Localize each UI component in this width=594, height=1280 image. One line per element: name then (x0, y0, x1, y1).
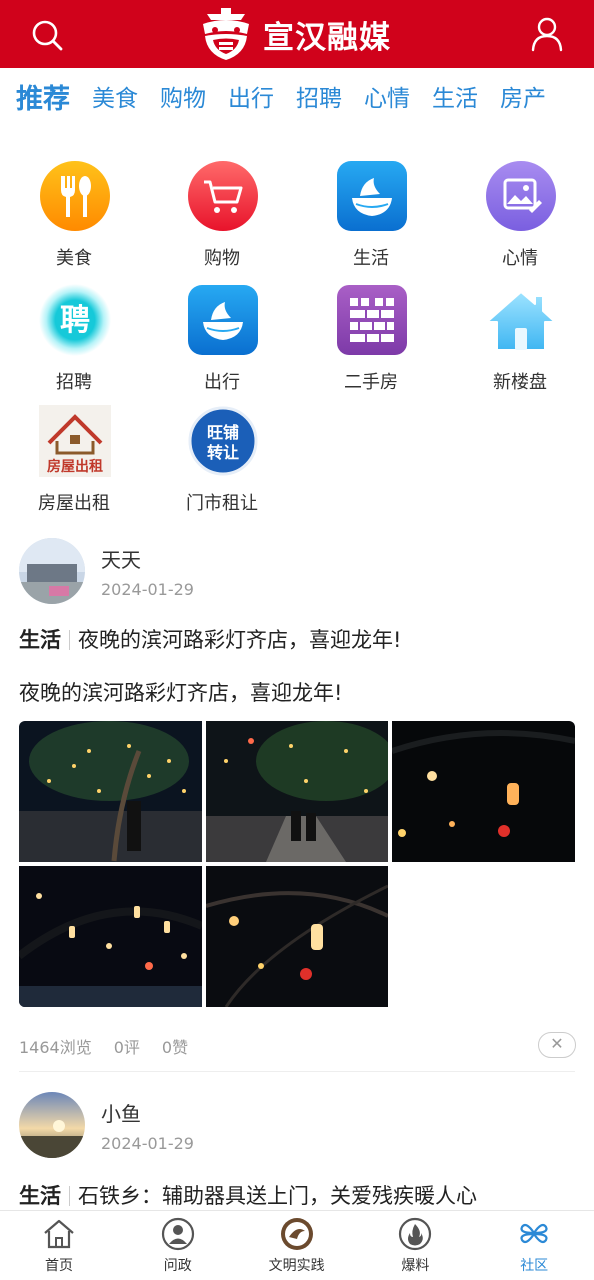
tab-food[interactable]: 美食 (92, 79, 138, 113)
grid-label: 生活 (353, 248, 389, 269)
close-icon[interactable]: ✕ (538, 1032, 576, 1058)
brick-wall-icon (337, 285, 407, 355)
view-count: 1464浏览 (19, 1038, 92, 1057)
grid-item-shop-transfer[interactable]: 旺铺 转让 门市租让 (148, 405, 296, 525)
bowl-icon (188, 285, 258, 355)
grid-item-new-building[interactable]: 新楼盘 (446, 284, 594, 404)
grid-label: 心情 (502, 248, 538, 269)
app-header: 宣汉融媒 (0, 0, 594, 68)
grid-label: 美食 (56, 248, 92, 269)
grid-item-recruit[interactable]: 聘 招聘 (0, 284, 148, 404)
house-icon (486, 291, 556, 351)
divider (69, 1186, 70, 1206)
tab-mood[interactable]: 心情 (364, 79, 410, 113)
post-stats: 1464浏览 0评 0赞 (19, 1034, 210, 1058)
nav-label: 文明实践 (268, 1258, 325, 1274)
grid-label: 二手房 (344, 372, 398, 393)
post-photo[interactable] (392, 721, 575, 862)
bottom-nav: 首页 问政 文明实践 爆料 社区 (0, 1210, 594, 1280)
nav-tipoff[interactable]: 爆料 (356, 1211, 475, 1280)
cart-icon (188, 161, 258, 231)
post-category: 生活 (19, 628, 61, 652)
grid-label: 招聘 (56, 372, 92, 393)
post-category: 生活 (19, 1184, 61, 1208)
shop-transfer-line2: 转让 (207, 443, 239, 462)
post-title-row[interactable]: 生活 石铁乡：辅助器具送上门，关爱残疾暖人心 (19, 1180, 477, 1210)
tab-shopping[interactable]: 购物 (160, 79, 206, 113)
flame-icon (399, 1217, 432, 1251)
nav-civilization[interactable]: 文明实践 (238, 1211, 357, 1280)
picture-icon (486, 161, 556, 231)
tab-travel[interactable]: 出行 (228, 79, 274, 113)
grid-item-second-hand-house[interactable]: 二手房 (297, 284, 445, 404)
civilization-badge-icon (280, 1218, 313, 1250)
post-photo[interactable] (206, 866, 388, 1007)
post-date: 2024-01-29 (101, 580, 194, 599)
category-tabs: 推荐 美食 购物 出行 招聘 心情 生活 房产 (0, 68, 594, 124)
brand: 宣汉融媒 (197, 6, 391, 62)
post-photo[interactable] (19, 721, 202, 862)
nav-label: 首页 (45, 1258, 73, 1274)
grid-item-mood[interactable]: 心情 (446, 160, 594, 280)
grid-label: 房屋出租 (38, 493, 110, 514)
nav-label: 爆料 (401, 1258, 430, 1274)
post-title-row[interactable]: 生活 夜晚的滨河路彩灯齐店，喜迎龙年! (19, 624, 401, 654)
tab-realestate[interactable]: 房产 (500, 79, 546, 113)
post-author[interactable]: 天天 (101, 544, 141, 573)
divider (19, 1071, 575, 1072)
post-author[interactable]: 小鱼 (101, 1098, 141, 1127)
clover-icon (520, 1223, 548, 1244)
search-icon[interactable] (30, 18, 64, 52)
nav-label: 社区 (520, 1258, 549, 1274)
grid-item-life[interactable]: 生活 (297, 160, 445, 280)
like-count[interactable]: 0赞 (162, 1038, 188, 1057)
tab-recommend[interactable]: 推荐 (16, 77, 70, 116)
nav-politics[interactable]: 问政 (119, 1211, 238, 1280)
comment-count[interactable]: 0评 (114, 1038, 140, 1057)
bowl-icon (337, 161, 407, 231)
shop-transfer-line1: 旺铺 (207, 423, 239, 442)
post-date: 2024-01-29 (101, 1134, 194, 1153)
recruit-glyph: 聘 (60, 303, 90, 338)
grid-item-food[interactable]: 美食 (0, 160, 148, 280)
nav-community[interactable]: 社区 (475, 1211, 594, 1280)
grid-label: 新楼盘 (493, 372, 547, 393)
grid-item-house-rent[interactable]: 房屋出租 房屋出租 (0, 405, 148, 525)
grid-label: 门市租让 (186, 493, 258, 514)
divider (69, 630, 70, 650)
brand-logo-icon (203, 8, 249, 60)
post-photo[interactable] (206, 721, 388, 862)
home-icon (44, 1219, 74, 1249)
grid-item-travel[interactable]: 出行 (148, 284, 296, 404)
nav-home[interactable]: 首页 (0, 1211, 119, 1280)
grid-item-shopping[interactable]: 购物 (148, 160, 296, 280)
nav-label: 问政 (163, 1258, 192, 1274)
post-body: 夜晚的滨河路彩灯齐店，喜迎龙年! (19, 681, 343, 705)
recruit-icon: 聘 (39, 284, 111, 356)
grid-label: 购物 (204, 248, 240, 269)
person-circle-icon (161, 1217, 194, 1251)
grid-label: 出行 (204, 372, 240, 393)
post-photo[interactable] (19, 866, 202, 1007)
avatar[interactable] (19, 1092, 85, 1158)
house-rent-text: 房屋出租 (47, 458, 103, 475)
user-icon[interactable] (530, 16, 564, 52)
tab-life[interactable]: 生活 (432, 79, 478, 113)
post-title: 夜晚的滨河路彩灯齐店，喜迎龙年! (78, 628, 402, 652)
shop-transfer-icon: 旺铺 转让 (188, 406, 258, 476)
brand-name: 宣汉融媒 (263, 19, 391, 56)
post-title: 石铁乡：辅助器具送上门，关爱残疾暖人心 (78, 1184, 477, 1208)
fork-spoon-icon (40, 161, 110, 231)
tab-recruit[interactable]: 招聘 (296, 79, 342, 113)
avatar[interactable] (19, 538, 85, 604)
house-rent-icon: 房屋出租 (39, 405, 111, 477)
